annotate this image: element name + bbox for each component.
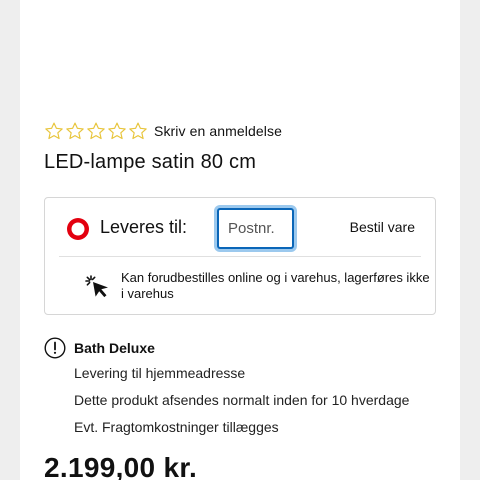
product-card: Skriv en anmeldelse LED-lampe satin 80 c… [20,0,460,480]
delivery-row: Leveres til: Bestil vare [45,198,435,256]
star-icon [87,122,105,140]
star-icon [108,122,126,140]
product-title: LED-lampe satin 80 cm [44,151,257,173]
deliver-to-label: Leveres til: [100,217,188,237]
write-review-link[interactable]: Skriv en anmeldelse [154,123,282,139]
rating-row: Skriv en anmeldelse [44,118,282,144]
detail-shipping-time: Dette produkt afsendes normalt inden for… [74,392,410,408]
target-icon [67,218,89,240]
price: 2.199,00 kr. [44,452,198,480]
click-icon [85,275,108,298]
availability-text: Kan forudbestilles online og i varehus, … [121,270,430,301]
delivery-box: Leveres til: Bestil vare Kan forudbestil… [44,197,436,315]
detail-home-delivery: Levering til hjemmeadresse [74,365,246,381]
star-icon [45,122,63,140]
star-icon [129,122,147,140]
star-rating[interactable] [44,121,148,141]
star-icon [66,122,84,140]
postal-code-input[interactable] [217,208,294,249]
detail-freight-cost: Evt. Fragtomkostninger tillægges [74,419,279,435]
divider [59,256,421,257]
store-name: Bath Deluxe [74,340,155,356]
store-info-row: Bath Deluxe [44,337,155,359]
order-item-link[interactable]: Bestil vare [350,219,415,235]
exclamation-icon [44,337,66,359]
